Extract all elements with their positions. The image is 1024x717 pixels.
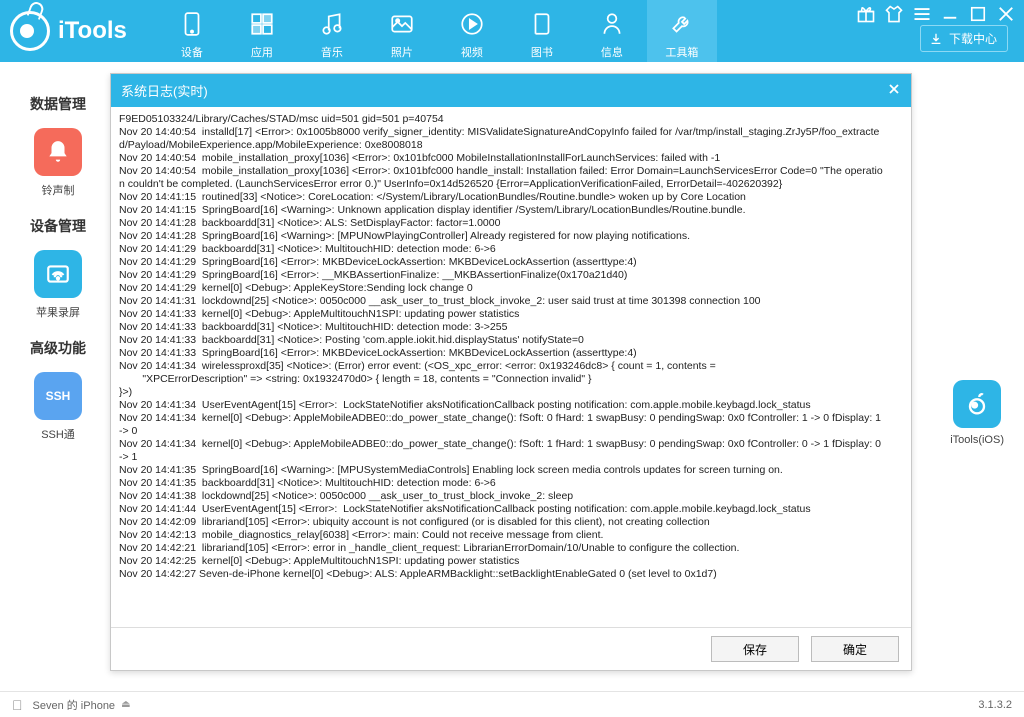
dialog-footer: 保存 确定 <box>111 627 911 670</box>
log-line: Nov 20 14:42:25 kernel[0] <Debug>: Apple… <box>119 555 886 568</box>
section-title-device: 设备管理 <box>30 216 110 236</box>
sidebar: 数据管理 铃声制 设备管理 苹果录屏 高级功能 SSH SSH通 <box>0 62 110 460</box>
nav-music[interactable]: 音乐 <box>297 0 367 62</box>
log-line: Nov 20 14:42:27 Seven-de-iPhone kernel[0… <box>119 568 886 581</box>
window-controls <box>856 6 1016 22</box>
app-version: 3.1.3.2 <box>978 699 1012 711</box>
dialog-titlebar: 系统日志(实时) <box>111 74 911 107</box>
nav-book[interactable]: 图书 <box>507 0 577 62</box>
log-line: Nov 20 14:41:31 lockdownd[25] <Notice>: … <box>119 295 886 308</box>
sidebar-item-label: 苹果录屏 <box>36 304 80 320</box>
app-name: iTools <box>58 17 127 45</box>
sidebar-item-record[interactable]: 苹果录屏 <box>30 250 86 320</box>
log-output[interactable]: F9ED05103324/Library/Caches/STAD/msc uid… <box>111 107 911 627</box>
log-line: Nov 20 14:41:29 kernel[0] <Debug>: Apple… <box>119 282 886 295</box>
app-header: iTools 设备 应用 音乐 照片 视频 图书 信息 工具箱 下载中心 <box>0 0 1024 62</box>
nav-label: 应用 <box>251 44 273 60</box>
device-name: Seven 的 iPhone <box>33 697 116 713</box>
section-title-data: 数据管理 <box>30 94 110 114</box>
apple-icon:  <box>12 697 23 713</box>
nav-app[interactable]: 应用 <box>227 0 297 62</box>
logo-icon <box>10 11 50 51</box>
log-line: Nov 20 14:42:13 mobile_diagnostics_relay… <box>119 529 886 542</box>
log-line: Nov 20 14:41:33 backboardd[31] <Notice>:… <box>119 334 886 347</box>
log-line: F9ED05103324/Library/Caches/STAD/msc uid… <box>119 113 886 126</box>
log-line: Nov 20 14:41:28 backboardd[31] <Notice>:… <box>119 217 886 230</box>
ssh-icon: SSH <box>34 372 82 420</box>
sidebar-item-label: 铃声制 <box>42 182 75 198</box>
nav-info[interactable]: 信息 <box>577 0 647 62</box>
right-tool-item[interactable]: iTools(iOS) <box>950 380 1004 446</box>
log-line: Nov 20 14:41:33 SpringBoard[16] <Error>:… <box>119 347 886 360</box>
status-bar:  Seven 的 iPhone ⏏ 3.1.3.2 <box>0 691 1024 717</box>
download-center-label: 下载中心 <box>949 30 997 47</box>
log-line: Nov 20 14:41:33 kernel[0] <Debug>: Apple… <box>119 308 886 321</box>
download-icon <box>929 32 943 46</box>
syslog-dialog: 系统日志(实时) F9ED05103324/Library/Caches/STA… <box>110 73 912 671</box>
maximize-icon[interactable] <box>968 6 988 22</box>
dialog-close-icon[interactable] <box>885 80 903 98</box>
log-line: Nov 20 14:41:34 UserEventAgent[15] <Erro… <box>119 399 886 412</box>
nav-label: 照片 <box>391 44 413 60</box>
log-line: Nov 20 14:41:35 backboardd[31] <Notice>:… <box>119 477 886 490</box>
sidebar-item-ringtone[interactable]: 铃声制 <box>30 128 86 198</box>
nav-label: 图书 <box>531 44 553 60</box>
nav-label: 信息 <box>601 44 623 60</box>
log-line: Nov 20 14:41:34 kernel[0] <Debug>: Apple… <box>119 438 886 464</box>
menu-icon[interactable] <box>912 6 932 22</box>
section-title-advanced: 高级功能 <box>30 338 110 358</box>
nav-video[interactable]: 视频 <box>437 0 507 62</box>
video-icon <box>458 10 486 38</box>
itools-ios-icon <box>953 380 1001 428</box>
log-line: Nov 20 14:41:28 SpringBoard[16] <Warning… <box>119 230 886 243</box>
tools-icon <box>668 10 696 38</box>
shirt-icon[interactable] <box>884 6 904 22</box>
log-line: Nov 20 14:41:15 SpringBoard[16] <Warning… <box>119 204 886 217</box>
download-center-button[interactable]: 下载中心 <box>920 25 1008 52</box>
log-line: Nov 20 14:42:21 librariand[105] <Error>:… <box>119 542 886 555</box>
music-icon <box>318 10 346 38</box>
log-line: Nov 20 14:41:33 backboardd[31] <Notice>:… <box>119 321 886 334</box>
log-line: Nov 20 14:41:34 wirelessproxd[35] <Notic… <box>119 360 886 399</box>
gift-icon[interactable] <box>856 6 876 22</box>
nav-photo[interactable]: 照片 <box>367 0 437 62</box>
app-logo: iTools <box>10 11 127 51</box>
sidebar-item-label: SSH通 <box>41 426 75 442</box>
nav-label: 音乐 <box>321 44 343 60</box>
app-icon <box>248 10 276 38</box>
info-icon <box>598 10 626 38</box>
log-line: Nov 20 14:41:29 backboardd[31] <Notice>:… <box>119 243 886 256</box>
sidebar-item-ssh[interactable]: SSH SSH通 <box>30 372 86 442</box>
nav-label: 工具箱 <box>665 44 698 60</box>
log-line: Nov 20 14:40:54 installd[17] <Error>: 0x… <box>119 126 886 152</box>
log-line: Nov 20 14:41:29 SpringBoard[16] <Error>:… <box>119 269 886 282</box>
log-line: Nov 20 14:41:34 kernel[0] <Debug>: Apple… <box>119 412 886 438</box>
log-line: Nov 20 14:41:38 lockdownd[25] <Notice>: … <box>119 490 886 503</box>
eject-icon[interactable]: ⏏ <box>121 699 130 710</box>
log-line: Nov 20 14:42:09 librariand[105] <Error>:… <box>119 516 886 529</box>
log-line: Nov 20 14:40:54 mobile_installation_prox… <box>119 165 886 191</box>
dialog-title-text: 系统日志(实时) <box>121 84 208 99</box>
ok-button[interactable]: 确定 <box>811 636 899 662</box>
nav-device[interactable]: 设备 <box>157 0 227 62</box>
bell-icon <box>34 128 82 176</box>
main-nav: 设备 应用 音乐 照片 视频 图书 信息 工具箱 <box>157 0 717 62</box>
minimize-icon[interactable] <box>940 6 960 22</box>
log-line: Nov 20 14:40:54 mobile_installation_prox… <box>119 152 886 165</box>
save-button[interactable]: 保存 <box>711 636 799 662</box>
status-device[interactable]:  Seven 的 iPhone ⏏ <box>12 697 131 713</box>
log-line: Nov 20 14:41:29 SpringBoard[16] <Error>:… <box>119 256 886 269</box>
nav-label: 设备 <box>181 44 203 60</box>
device-icon <box>178 10 206 38</box>
wifi-icon <box>34 250 82 298</box>
nav-tools[interactable]: 工具箱 <box>647 0 717 62</box>
right-tool-label: iTools(iOS) <box>950 434 1004 446</box>
nav-label: 视频 <box>461 44 483 60</box>
log-line: Nov 20 14:41:15 routined[33] <Notice>: C… <box>119 191 886 204</box>
log-line: Nov 20 14:41:44 UserEventAgent[15] <Erro… <box>119 503 886 516</box>
close-icon[interactable] <box>996 6 1016 22</box>
photo-icon <box>388 10 416 38</box>
book-icon <box>528 10 556 38</box>
log-line: Nov 20 14:41:35 SpringBoard[16] <Warning… <box>119 464 886 477</box>
